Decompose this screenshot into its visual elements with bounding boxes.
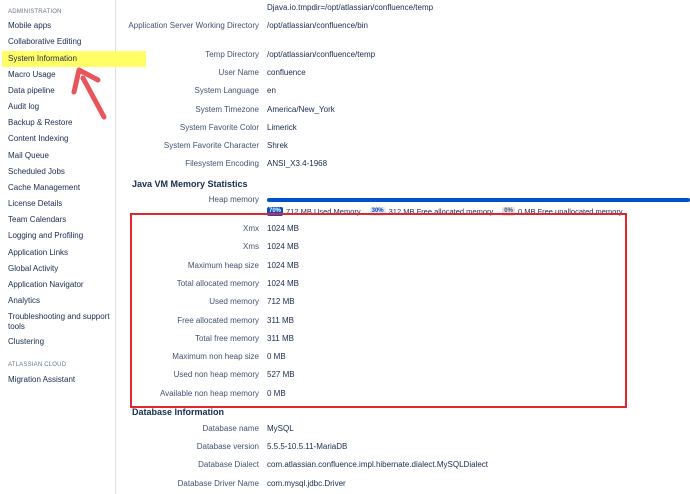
system-row-value: en (267, 86, 276, 95)
sidebar-item-analytics[interactable]: Analytics (8, 296, 114, 306)
database-row-label: Database Driver Name (177, 479, 259, 488)
sidebar-item-application-navigator[interactable]: Application Navigator (8, 280, 114, 290)
sidebar-item-application-links[interactable]: Application Links (8, 248, 114, 258)
system-row-label: Temp Directory (205, 50, 259, 59)
database-row-label: Database version (196, 442, 259, 451)
sidebar-item-content-indexing[interactable]: Content Indexing (8, 134, 114, 144)
system-row-label: System Timezone (195, 105, 259, 114)
sidebar-item-collaborative-editing[interactable]: Collaborative Editing (8, 37, 114, 47)
heap-memory-label: Heap memory (208, 195, 259, 204)
system-row-label: System Language (194, 86, 260, 95)
jvm-memory-section-title: Java VM Memory Statistics (132, 179, 248, 189)
sidebar-section-atlassian-cloud: ATLASSIAN CLOUD (8, 362, 67, 368)
sidebar-section-administration: ADMINISTRATION (8, 9, 62, 15)
system-row-value: ANSI_X3.4-1968 (267, 159, 328, 168)
sidebar-item-scheduled-jobs[interactable]: Scheduled Jobs (8, 167, 114, 177)
heap-memory-bar (267, 198, 690, 202)
sidebar-item-audit-log[interactable]: Audit log (8, 102, 114, 112)
database-row-value: com.mysql.jdbc.Driver (267, 479, 346, 488)
sidebar-item-mail-queue[interactable]: Mail Queue (8, 151, 114, 161)
database-row-value: 5.5.5-10.5.11-MariaDB (267, 442, 348, 451)
sidebar-item-troubleshooting[interactable]: Troubleshooting and support tools (8, 312, 114, 332)
system-row-value: confluence (267, 68, 306, 77)
database-row-label: Database Dialect (198, 460, 259, 469)
sidebar-item-macro-usage[interactable]: Macro Usage (8, 70, 114, 80)
sidebar-item-mobile-apps[interactable]: Mobile apps (8, 21, 114, 31)
system-row-label: User Name (218, 68, 259, 77)
database-row-value: MySQL (267, 424, 294, 433)
sidebar-item-logging-and-profiling[interactable]: Logging and Profiling (8, 231, 114, 241)
sidebar-item-team-calendars[interactable]: Team Calendars (8, 215, 114, 225)
sidebar-item-global-activity[interactable]: Global Activity (8, 264, 114, 274)
sidebar-item-backup-restore[interactable]: Backup & Restore (8, 118, 114, 128)
sidebar-item-clustering[interactable]: Clustering (8, 337, 114, 347)
database-row-value: com.atlassian.confluence.impl.hibernate.… (267, 460, 488, 469)
sidebar-item-data-pipeline[interactable]: Data pipeline (8, 86, 114, 96)
system-row-label: Filesystem Encoding (185, 159, 259, 168)
system-row-value: Shrek (267, 141, 288, 150)
system-row-value: America/New_York (267, 105, 335, 114)
system-row-value: /opt/atlassian/confluence/temp (267, 50, 376, 59)
system-property-value-tmpdir: Djava.io.tmpdir=/opt/atlassian/confluenc… (267, 3, 434, 12)
database-section-title: Database Information (132, 407, 225, 417)
sidebar-item-license-details[interactable]: License Details (8, 199, 114, 209)
system-row-value: Limerick (267, 123, 297, 132)
annotation-highlight-box (130, 213, 627, 408)
database-row-label: Database name (202, 424, 259, 433)
system-row-label: Application Server Working Directory (128, 21, 259, 30)
admin-sidebar: ADMINISTRATION Mobile apps Collaborative… (0, 0, 146, 494)
system-row-label: System Favorite Character (163, 141, 259, 150)
system-row-label: System Favorite Color (179, 123, 259, 132)
sidebar-item-migration-assistant[interactable]: Migration Assistant (8, 375, 114, 385)
sidebar-item-cache-management[interactable]: Cache Management (8, 183, 114, 193)
system-row-value: /opt/atlassian/confluence/bin (267, 21, 368, 30)
